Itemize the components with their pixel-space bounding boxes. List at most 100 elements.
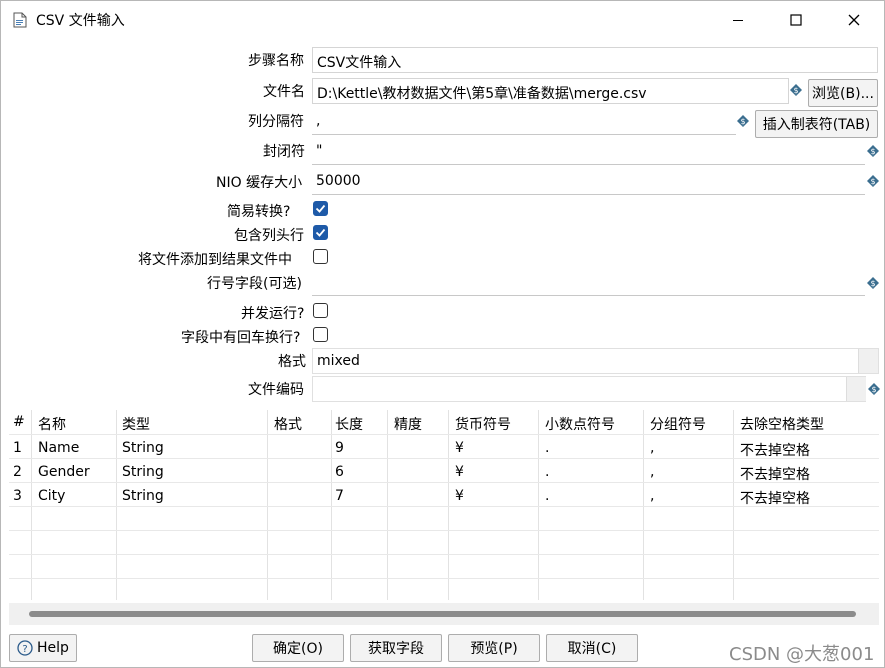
field-name-cell[interactable]: City — [34, 484, 114, 508]
header-row-label: 包含列头行 — [234, 228, 304, 244]
insert-tab-button[interactable]: 插入制表符(TAB) — [755, 110, 878, 138]
get-fields-button[interactable]: 获取字段 — [350, 634, 442, 662]
header-row-checkbox[interactable] — [313, 225, 328, 240]
format-select[interactable]: mixed — [312, 348, 879, 374]
title-bar: CSV 文件输入 — [1, 1, 884, 39]
field-currency-cell[interactable]: ¥ — [451, 460, 537, 484]
field-precision-cell[interactable] — [390, 460, 448, 484]
minimize-icon — [733, 20, 743, 21]
document-icon — [13, 12, 27, 28]
field-type-cell[interactable]: String — [118, 460, 258, 484]
variable-icon[interactable]: $ — [790, 84, 802, 96]
lazy-conversion-checkbox[interactable] — [313, 201, 328, 216]
file-name-input[interactable]: D:\Kettle\教材数据文件\第5章\准备数据\merge.csv — [312, 78, 789, 104]
fields-table: # 名称 类型 格式 长度 精度 货币符号 小数点符号 分组符号 去除空格类型 … — [9, 410, 879, 625]
field-decimal-cell[interactable]: . — [541, 460, 641, 484]
field-group-cell[interactable]: , — [646, 484, 732, 508]
newline-in-field-checkbox[interactable] — [313, 327, 328, 342]
encoding-select[interactable] — [312, 376, 866, 402]
svg-text:$: $ — [793, 86, 798, 95]
field-type-cell[interactable]: String — [118, 484, 258, 508]
checkmark-icon — [315, 228, 326, 237]
encoding-dropdown-arrow[interactable] — [846, 377, 866, 401]
parallel-label: 并发运行? — [241, 306, 305, 322]
nio-buffer-input[interactable]: 50000 — [312, 169, 865, 195]
parallel-checkbox[interactable] — [313, 303, 328, 318]
close-button[interactable] — [831, 1, 877, 39]
field-format-cell[interactable] — [270, 436, 330, 460]
add-to-result-checkbox[interactable] — [313, 249, 328, 264]
variable-icon[interactable]: $ — [867, 145, 879, 157]
scrollbar-thumb[interactable] — [29, 611, 856, 617]
field-trim-cell[interactable]: 不去掉空格 — [736, 436, 876, 460]
maximize-icon — [790, 14, 802, 26]
field-length-cell[interactable]: 6 — [331, 460, 386, 484]
preview-button[interactable]: 预览(P) — [448, 634, 540, 662]
maximize-button[interactable] — [773, 1, 819, 39]
row-index: 3 — [13, 488, 22, 504]
nio-buffer-label: NIO 缓存大小 — [216, 175, 303, 191]
column-header-length[interactable]: 长度 — [331, 410, 386, 434]
field-decimal-cell[interactable]: . — [541, 484, 641, 508]
minimize-button[interactable] — [715, 1, 761, 39]
field-length-cell[interactable]: 9 — [331, 436, 386, 460]
help-button[interactable]: ? Help — [9, 634, 77, 662]
column-header-index[interactable]: # — [9, 410, 31, 434]
newline-in-field-label: 字段中有回车换行? — [181, 330, 301, 346]
field-length-cell[interactable]: 7 — [331, 484, 386, 508]
column-header-currency[interactable]: 货币符号 — [451, 410, 537, 434]
insert-tab-label: 插入制表符(TAB) — [762, 117, 871, 133]
delimiter-input[interactable]: , — [312, 109, 736, 135]
rownum-field-input[interactable] — [312, 270, 865, 296]
ok-button[interactable]: 确定(O) — [252, 634, 344, 662]
svg-text:$: $ — [870, 147, 875, 156]
field-format-cell[interactable] — [270, 484, 330, 508]
column-header-decimal[interactable]: 小数点符号 — [541, 410, 641, 434]
browse-button[interactable]: 浏览(B)... — [808, 79, 878, 107]
field-name-cell[interactable]: Gender — [34, 460, 114, 484]
delimiter-label: 列分隔符 — [248, 114, 304, 130]
svg-text:$: $ — [870, 177, 875, 186]
field-format-cell[interactable] — [270, 460, 330, 484]
format-dropdown-arrow[interactable] — [858, 349, 878, 373]
preview-button-label: 预览(P) — [470, 641, 518, 657]
field-currency-cell[interactable]: ¥ — [451, 436, 537, 460]
variable-icon[interactable]: $ — [867, 277, 879, 289]
step-name-input[interactable]: CSV文件输入 — [312, 47, 878, 73]
lazy-conversion-label: 简易转换? — [227, 204, 291, 220]
column-header-trim[interactable]: 去除空格类型 — [736, 410, 876, 434]
svg-text:$: $ — [870, 279, 875, 288]
table-horizontal-scrollbar[interactable] — [9, 603, 879, 625]
field-precision-cell[interactable] — [390, 484, 448, 508]
column-header-group[interactable]: 分组符号 — [646, 410, 732, 434]
enclosure-input[interactable]: " — [312, 139, 865, 165]
table-row[interactable]: 3 City String 7 ¥ . , 不去掉空格 — [9, 484, 879, 508]
variable-icon[interactable]: $ — [867, 175, 879, 187]
column-header-precision[interactable]: 精度 — [390, 410, 448, 434]
field-name-cell[interactable]: Name — [34, 436, 114, 460]
field-group-cell[interactable]: , — [646, 436, 732, 460]
table-row[interactable]: 2 Gender String 6 ¥ . , 不去掉空格 — [9, 460, 879, 484]
variable-icon[interactable]: $ — [737, 115, 749, 127]
cancel-button[interactable]: 取消(C) — [546, 634, 638, 662]
window-title: CSV 文件输入 — [36, 13, 125, 29]
table-row[interactable]: 1 Name String 9 ¥ . , 不去掉空格 — [9, 436, 879, 460]
column-header-name[interactable]: 名称 — [34, 410, 114, 434]
enclosure-label: 封闭符 — [263, 144, 305, 160]
field-trim-cell[interactable]: 不去掉空格 — [736, 460, 876, 484]
variable-icon[interactable]: $ — [868, 383, 880, 395]
field-type-cell[interactable]: String — [118, 436, 258, 460]
field-currency-cell[interactable]: ¥ — [451, 484, 537, 508]
field-precision-cell[interactable] — [390, 436, 448, 460]
field-trim-cell[interactable]: 不去掉空格 — [736, 484, 876, 508]
column-header-format[interactable]: 格式 — [270, 410, 330, 434]
field-decimal-cell[interactable]: . — [541, 436, 641, 460]
cancel-button-label: 取消(C) — [567, 641, 617, 657]
column-header-type[interactable]: 类型 — [118, 410, 258, 434]
help-icon: ? — [17, 640, 33, 656]
encoding-label: 文件编码 — [248, 382, 304, 398]
close-icon — [848, 14, 860, 26]
row-index: 2 — [13, 464, 22, 480]
field-group-cell[interactable]: , — [646, 460, 732, 484]
rownum-field-label: 行号字段(可选) — [207, 276, 302, 292]
